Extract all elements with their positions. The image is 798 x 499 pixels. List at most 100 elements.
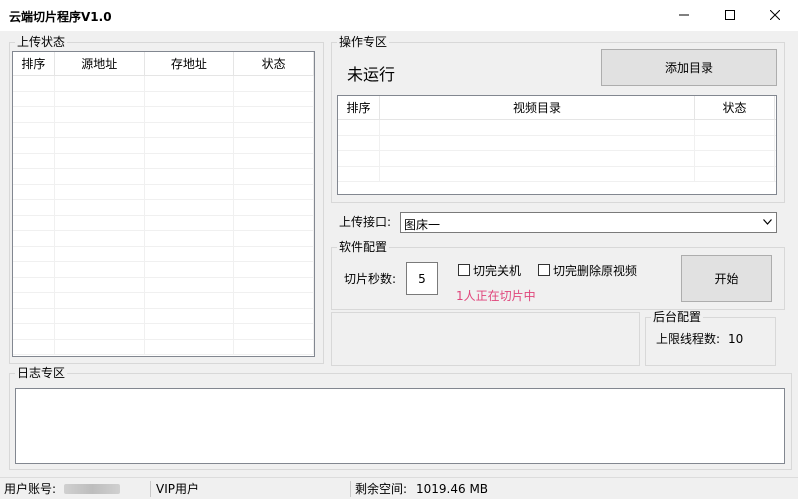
table-row[interactable] [13,169,314,185]
table-cell [13,122,55,137]
col-dest[interactable]: 存地址 [145,52,235,75]
table-row[interactable] [338,151,776,167]
upload-api-select[interactable]: 图床一 [400,212,777,233]
close-icon [770,10,780,20]
table-row[interactable] [338,166,776,182]
table-cell [145,262,235,277]
table-row[interactable] [13,324,314,340]
table-cell [234,246,314,261]
table-cell [234,169,314,184]
upload-api-value: 图床一 [404,218,441,232]
table-row[interactable] [13,277,314,293]
table-row[interactable] [13,262,314,278]
table-cell [55,339,145,354]
table-cell [55,169,145,184]
table-cell [55,107,145,122]
minimize-button[interactable] [661,0,707,30]
max-threads-label: 上限线程数: [656,332,721,346]
upload-api-label: 上传接口: [339,215,392,229]
table-cell [55,246,145,261]
table-row[interactable] [338,120,776,136]
add-directory-button[interactable]: 添加目录 [601,49,777,86]
run-status: 未运行 [347,65,396,84]
table-cell [13,169,55,184]
table-cell [145,122,235,137]
col-index[interactable]: 排序 [13,52,55,75]
slice-seconds-input[interactable]: 5 [406,262,438,295]
col-source[interactable]: 源地址 [55,52,145,75]
table-cell [55,277,145,292]
maximize-button[interactable] [707,0,753,30]
col-index[interactable]: 排序 [338,96,380,119]
chevron-down-icon [763,219,772,225]
table-cell [13,91,55,106]
account-label: 用户账号: [4,482,57,496]
col-status[interactable]: 状态 [234,52,314,75]
table-cell [145,324,235,339]
table-cell [234,293,314,308]
table-row[interactable] [13,184,314,200]
table-cell [13,293,55,308]
table-cell [145,293,235,308]
table-cell [13,215,55,230]
table-cell [145,107,235,122]
close-button[interactable] [752,0,798,30]
table-row[interactable] [13,293,314,309]
video-table-body [338,120,776,182]
account-value-redacted [64,484,120,494]
col-status[interactable]: 状态 [695,96,775,119]
table-row[interactable] [13,91,314,107]
status-separator [150,481,151,497]
table-cell [145,215,235,230]
table-cell [145,277,235,292]
table-cell [13,184,55,199]
title-bar: 云端切片程序V1.0 [0,0,798,31]
backend-config-label: 后台配置 [651,310,704,324]
table-cell [13,339,55,354]
start-button[interactable]: 开始 [681,255,772,302]
status-separator [350,481,351,497]
table-row[interactable] [13,246,314,262]
table-row[interactable] [13,76,314,92]
delete-source-label[interactable]: 切完删除原视频 [553,264,637,278]
table-row[interactable] [13,215,314,231]
table-cell [55,153,145,168]
table-cell [55,76,145,91]
table-row[interactable] [13,231,314,247]
table-row[interactable] [13,107,314,123]
table-cell [145,200,235,215]
table-cell [55,262,145,277]
table-row[interactable] [338,135,776,151]
table-cell [145,138,235,153]
shutdown-label[interactable]: 切完关机 [473,264,521,278]
status-bar: 用户账号: VIP用户 剩余空间: 1019.46 MB [0,477,798,499]
table-cell [13,200,55,215]
upload-status-table[interactable]: 排序 源地址 存地址 状态 [12,51,315,357]
shutdown-checkbox[interactable] [458,264,470,276]
table-row[interactable] [13,308,314,324]
space-label: 剩余空间: [355,482,408,496]
table-row[interactable] [13,200,314,216]
col-video-dir[interactable]: 视频目录 [380,96,695,119]
table-cell [380,166,695,181]
log-textbox[interactable] [15,388,785,464]
table-cell [380,135,695,150]
table-cell [55,91,145,106]
table-cell [13,138,55,153]
table-row[interactable] [13,122,314,138]
table-cell [234,76,314,91]
table-row[interactable] [13,153,314,169]
table-cell [234,107,314,122]
video-dir-table[interactable]: 排序 视频目录 状态 [337,95,777,195]
table-row[interactable] [13,138,314,154]
table-cell [13,246,55,261]
upload-table-body [13,76,314,355]
table-cell [234,339,314,354]
table-cell [234,153,314,168]
table-row[interactable] [13,339,314,355]
table-cell [55,308,145,323]
table-cell [234,122,314,137]
table-cell [145,308,235,323]
table-cell [55,138,145,153]
delete-source-checkbox[interactable] [538,264,550,276]
